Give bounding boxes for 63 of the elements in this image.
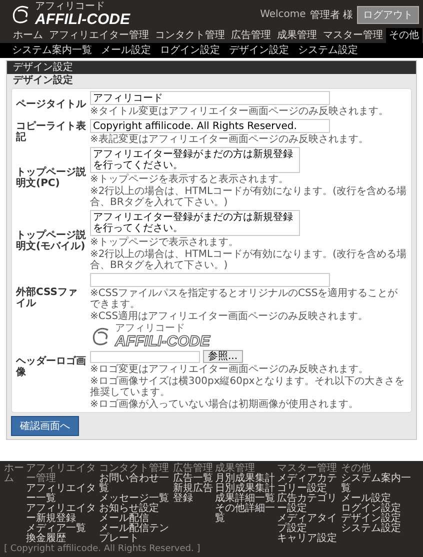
nav-tab[interactable]: コンタクト管理 bbox=[152, 28, 228, 43]
footer-link[interactable]: その他詳細一覧 bbox=[215, 504, 275, 524]
nav-tab[interactable]: マスター管理 bbox=[320, 28, 386, 43]
hint-text: ※2行以上の場合は、HTMLコードが有効になります。(改行を含める場合、BRタグを入れて下さい。) bbox=[90, 186, 407, 208]
text-field[interactable]: アフィリコード bbox=[90, 91, 330, 105]
logo-kana: アフィリコード bbox=[115, 324, 186, 334]
text-field[interactable]: Copyright affilicode. All Rights Reserved. bbox=[90, 119, 330, 133]
footer-link[interactable]: システム設定 bbox=[341, 524, 412, 534]
field-label: ページタイトル bbox=[16, 98, 86, 110]
subnav-link[interactable]: システム設定 bbox=[298, 45, 358, 56]
footer-heading[interactable]: アフィリエイター管理 bbox=[26, 464, 97, 484]
hint-text: ※ロゴ変更はアフィリエイター画面ページのみ反映されます。 bbox=[90, 364, 368, 375]
nav-tab[interactable]: 成果管理 bbox=[274, 28, 320, 43]
text-area[interactable]: アフィリエイター登録がまだの方は新規登録を行ってください。 bbox=[90, 147, 300, 173]
footer-link[interactable]: 新規広告登録 bbox=[173, 484, 213, 504]
footer-link[interactable]: お知らせ設定 bbox=[99, 504, 171, 514]
subnav-link[interactable]: メール設定 bbox=[101, 45, 151, 56]
footer-heading[interactable]: コンタクト管理 bbox=[99, 464, 171, 474]
field-label: トップページ説明文(モバイル) bbox=[16, 230, 86, 252]
field-label: コピーライト表記 bbox=[16, 121, 86, 143]
user-name: 管理者 様 bbox=[310, 8, 353, 22]
file-field[interactable] bbox=[90, 350, 200, 362]
text-area[interactable]: アフィリエイター登録がまだの方は新規登録を行ってください。 bbox=[90, 210, 300, 236]
hint-text: ※CSS適用はアフィリエイター画面ページのみ反映されます。 bbox=[90, 311, 368, 322]
hint-text: ※トップページを表示すると表示されます。 bbox=[90, 174, 288, 185]
logo-kana: アフィリコード bbox=[35, 2, 106, 12]
field-label: 外部CSSファイル bbox=[16, 286, 78, 308]
footer-link[interactable]: アフィリエイター一覧 bbox=[26, 484, 97, 504]
footer-link[interactable]: メディア一覧 bbox=[26, 524, 97, 534]
footer-link[interactable]: お問い合わせ一覧 bbox=[99, 474, 171, 494]
footer-link[interactable]: 広告カテゴリー設定 bbox=[277, 494, 339, 514]
hint-text: ※ロゴ画像が入っていない場合は初期画像が使用されます。 bbox=[90, 399, 358, 410]
copyright-text: [ Copyright affilicode. All Rights Reserved. ] bbox=[4, 545, 202, 555]
confirm-button[interactable]: 確認画面へ bbox=[11, 416, 79, 436]
panel-title: デザイン設定 bbox=[7, 61, 416, 74]
footer-link[interactable]: キャリア設定 bbox=[277, 534, 339, 544]
hint-text: ※トップページで表示されます。 bbox=[90, 237, 238, 248]
hint-text: ※CSSファイルパスを指定するとオリジナルのCSSを適用することができます。 bbox=[90, 288, 399, 310]
section-title: デザイン設定 bbox=[12, 74, 74, 88]
logo-name: AFFILI-CODE bbox=[115, 334, 210, 349]
hint-text: ※タイトル変更はアフィリエイター画面ページのみ反映されます。 bbox=[90, 106, 388, 117]
footer-link[interactable]: 換金履歴 bbox=[26, 534, 97, 544]
footer-heading[interactable]: ホーム bbox=[4, 464, 24, 484]
hint-text: ※表記変更はアフィリエイター画面ページのみ反映されます。 bbox=[90, 134, 368, 145]
logo-name: AFFILI-CODE bbox=[35, 12, 130, 27]
hint-text: ※2行以上の場合は、HTMLコードが有効になります。(改行を含める場合、BRタグを入れて下さい。) bbox=[90, 249, 407, 271]
field-label: ヘッダーロゴ画像 bbox=[16, 356, 86, 378]
nav-tab[interactable]: アフィリエイター管理 bbox=[46, 28, 152, 43]
footer-link[interactable]: メール配信テンプレート bbox=[99, 524, 171, 544]
browse-button[interactable]: 参照... bbox=[203, 350, 243, 363]
subnav-link[interactable]: ログイン設定 bbox=[160, 45, 220, 56]
footer-heading[interactable]: マスター管理 bbox=[277, 464, 339, 474]
subnav-link[interactable]: システム案内一覧 bbox=[12, 45, 92, 56]
footer-link[interactable]: メール配信 bbox=[99, 514, 171, 524]
footer-link[interactable]: アフィリエイター新規登録 bbox=[26, 504, 97, 524]
nav-tab[interactable]: ホーム bbox=[10, 28, 46, 43]
hint-text: ※ロゴ画像サイズは横300px縦60pxとなります。それ以下の大きさを推奨しています。 bbox=[90, 376, 406, 398]
nav-tab[interactable]: 広告管理 bbox=[228, 28, 274, 43]
welcome-text: Welcome bbox=[260, 9, 306, 20]
field-label: トップページ説明文(PC) bbox=[16, 166, 86, 188]
text-field[interactable] bbox=[90, 273, 330, 287]
subnav-link[interactable]: デザイン設定 bbox=[229, 45, 289, 56]
nav-tab[interactable]: その他 bbox=[386, 28, 422, 43]
